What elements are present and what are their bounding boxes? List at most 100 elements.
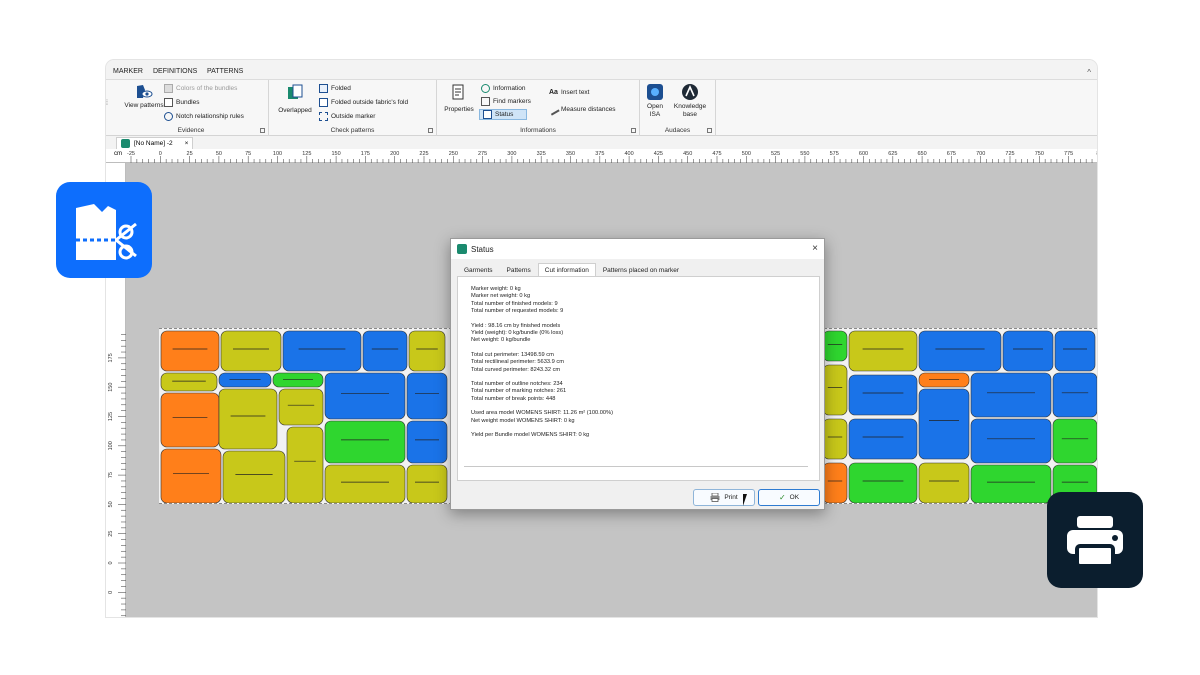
outside-marker-button[interactable]: Outside marker [319,111,375,122]
mouse-cursor-icon [743,494,751,506]
overlapped-button[interactable]: Overlapped [273,84,317,115]
ruler-label: 300 [507,151,516,157]
pattern-piece[interactable] [406,464,448,503]
pattern-piece[interactable] [220,330,282,372]
pattern-piece[interactable] [848,330,918,372]
audaces-launcher-icon[interactable] [707,128,712,133]
pattern-piece[interactable] [324,420,406,464]
ruler-label: 325 [537,151,546,157]
group-label-evidence: Evidence [177,127,205,134]
notch-rules-button[interactable]: Notch relationship rules [164,111,244,122]
dialog-close-icon[interactable]: × [812,243,818,254]
pattern-piece[interactable] [822,330,848,362]
group-evidence: View patterns Colors of the bundles Bund… [114,80,269,136]
check-patterns-launcher-icon[interactable] [428,128,433,133]
ribbon-collapse-icon[interactable]: ^ [1087,68,1091,77]
pattern-piece[interactable] [1052,418,1097,464]
tab-cut-information[interactable]: Cut information [537,263,596,277]
measure-distances-button[interactable]: Measure distances [547,103,616,116]
pattern-piece[interactable] [822,364,848,416]
pattern-piece[interactable] [324,464,406,503]
pattern-piece[interactable] [1054,330,1096,372]
pattern-piece[interactable] [272,372,324,388]
pattern-piece[interactable] [918,372,970,388]
pattern-piece[interactable] [406,420,448,464]
pattern-piece[interactable] [278,388,324,426]
document-icon [121,139,130,148]
ruler-label: 375 [595,151,604,157]
group-check-patterns: Overlapped Folded Folded outside fabric'… [269,80,437,136]
ruler-label: 0 [108,561,114,564]
properties-icon [452,84,464,100]
menu-marker[interactable]: MARKER [113,68,143,75]
ruler-label: 75 [245,151,251,157]
close-tab-icon[interactable]: × [185,140,189,147]
knowledge-base-button[interactable]: Knowledge base [670,83,710,119]
info-line: Total curved perimeter: 8243.32 cm [471,366,561,373]
pattern-piece[interactable] [160,330,220,372]
pattern-piece[interactable] [822,462,848,503]
ruler-label: 500 [742,151,751,157]
pattern-piece[interactable] [918,388,970,460]
view-patterns-button[interactable]: View patterns [124,84,164,110]
pattern-piece[interactable] [406,372,448,420]
pattern-piece[interactable] [218,388,278,450]
pattern-cut-icon [76,204,137,260]
ok-button[interactable]: ✓ OK [758,489,820,506]
pattern-piece[interactable] [1052,372,1097,418]
insert-text-button[interactable]: Aa Insert text [549,87,590,98]
pattern-piece[interactable] [218,372,272,388]
ruler-label: 200 [390,151,399,157]
folded-outside-button[interactable]: Folded outside fabric's fold [319,97,408,108]
pattern-piece[interactable] [160,448,222,503]
pattern-piece[interactable] [160,372,218,392]
pattern-piece[interactable] [822,418,848,460]
status-button[interactable]: Status [479,109,527,120]
ruler-label: 150 [332,151,341,157]
ribbon: ⁞ View patterns Colors of the bundles Bu… [106,80,1097,136]
properties-button[interactable]: Properties [441,84,477,114]
pattern-piece[interactable] [286,426,324,503]
pattern-piece[interactable] [970,418,1052,464]
ruler-label: 50 [216,151,222,157]
information-button[interactable]: Information [481,83,526,94]
ruler-label: 350 [566,151,575,157]
document-tab[interactable]: [No Name] -2 × [116,137,194,149]
ruler-label: 175 [361,151,370,157]
pattern-cut-badge [56,182,152,278]
informations-launcher-icon[interactable] [631,128,636,133]
pattern-piece[interactable] [848,418,918,460]
pattern-piece[interactable] [324,372,406,420]
ruler-label: 125 [108,412,114,421]
info-line: Marker weight: 0 kg [471,286,521,292]
pattern-piece[interactable] [1002,330,1054,372]
folded-outside-icon [319,98,328,107]
pattern-piece[interactable] [918,330,1002,372]
pattern-piece[interactable] [848,462,918,503]
open-isa-button[interactable]: Open ISA [642,83,668,119]
colors-of-bundles-button[interactable]: Colors of the bundles [164,83,237,94]
ruler-label: 775 [1064,151,1073,157]
tab-patterns-placed[interactable]: Patterns placed on marker [596,263,686,277]
pattern-piece[interactable] [282,330,362,372]
pattern-piece[interactable] [222,450,286,503]
pattern-piece[interactable] [848,374,918,416]
tab-garments[interactable]: Garments [457,263,500,277]
folded-button[interactable]: Folded [319,83,351,94]
bundles-button[interactable]: Bundles [164,97,200,108]
menu-definitions[interactable]: DEFINITIONS [153,68,197,75]
find-markers-button[interactable]: Find markers [481,96,531,107]
pattern-piece[interactable] [408,330,446,372]
info-line: Yield per Bundle model WOMENS SHIRT: 0 k… [471,432,590,439]
ruler-label: 750 [1035,151,1044,157]
printer-icon [1067,516,1123,568]
isa-icon [647,84,663,100]
tab-patterns[interactable]: Patterns [500,263,538,277]
pattern-piece[interactable] [160,392,220,448]
pattern-piece[interactable] [970,372,1052,418]
evidence-launcher-icon[interactable] [260,128,265,133]
menu-patterns[interactable]: PATTERNS [207,68,243,75]
pattern-piece[interactable] [918,462,970,503]
pattern-piece[interactable] [362,330,408,372]
pattern-piece[interactable] [970,464,1052,503]
